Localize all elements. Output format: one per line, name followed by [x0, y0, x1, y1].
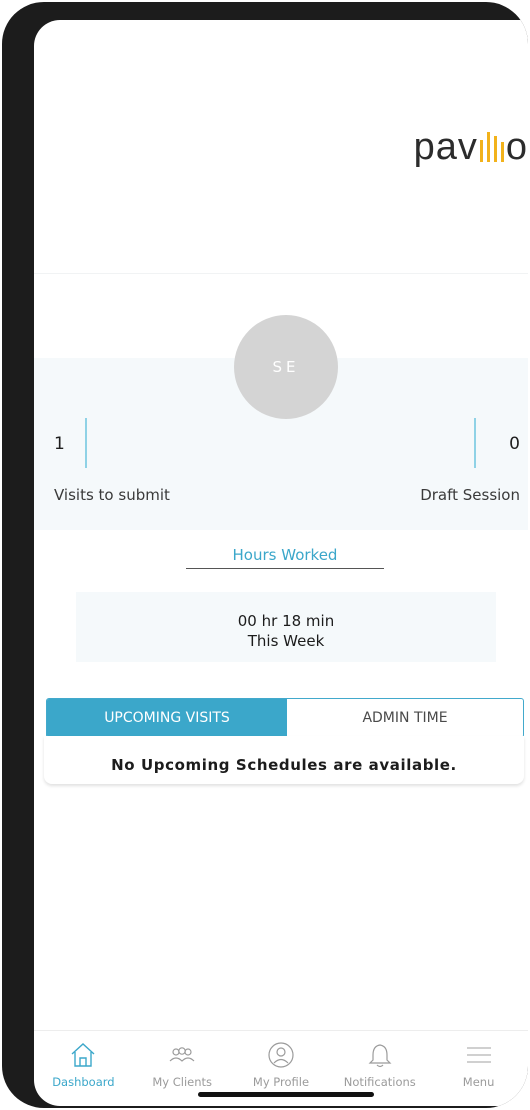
nav-notifications-label: Notifications [343, 1075, 416, 1089]
avatar-initials: SE [272, 358, 300, 376]
visits-to-submit-count[interactable]: 1 [54, 434, 65, 454]
hours-worked-tab[interactable]: Hours Worked [186, 546, 384, 569]
users-icon [169, 1047, 195, 1062]
home-icon [71, 1043, 95, 1067]
hours-worked-card: 00 hr 18 min This Week [76, 592, 496, 662]
avatar[interactable]: SE [234, 315, 338, 419]
phone-frame: pav o SE 1 Visits to submit 0 Draft Sessi… [2, 2, 528, 1108]
nav-my-clients-label: My Clients [152, 1075, 213, 1089]
draft-divider [474, 418, 476, 468]
nav-dashboard[interactable]: Dashboard [34, 1031, 133, 1106]
visits-divider [85, 418, 87, 468]
tab-admin-time[interactable]: ADMIN TIME [287, 699, 523, 737]
hamburger-menu-icon [466, 1047, 491, 1063]
pavillio-logo: pav o [414, 126, 528, 169]
nav-dashboard-label: Dashboard [52, 1075, 115, 1089]
nav-menu[interactable]: Menu [429, 1031, 528, 1106]
draft-session-label[interactable]: Draft Session [420, 486, 520, 504]
draft-session-count[interactable]: 0 [509, 434, 520, 454]
home-indicator[interactable] [198, 1092, 374, 1097]
visits-to-submit-label[interactable]: Visits to submit [54, 486, 170, 504]
hours-worked-period: This Week [247, 632, 325, 650]
hours-worked-value: 00 hr 18 min [237, 612, 335, 630]
app-screen: pav o SE 1 Visits to submit 0 Draft Sessi… [34, 20, 528, 1106]
upcoming-visits-card: No Upcoming Schedules are available. [44, 736, 524, 784]
tab-upcoming-visits[interactable]: UPCOMING VISITS [47, 699, 287, 737]
profile-icon [268, 1042, 294, 1068]
header-divider [34, 273, 528, 274]
nav-menu-label: Menu [462, 1075, 495, 1089]
visits-tab-bar: UPCOMING VISITS ADMIN TIME [46, 698, 524, 738]
empty-schedules-message: No Upcoming Schedules are available. [111, 756, 457, 774]
bell-icon [368, 1044, 392, 1068]
logo-text-end: o [505, 126, 528, 168]
logo-text-start: pav [413, 126, 478, 168]
logo-bars-icon [478, 130, 506, 162]
nav-my-profile-label: My Profile [252, 1075, 310, 1089]
